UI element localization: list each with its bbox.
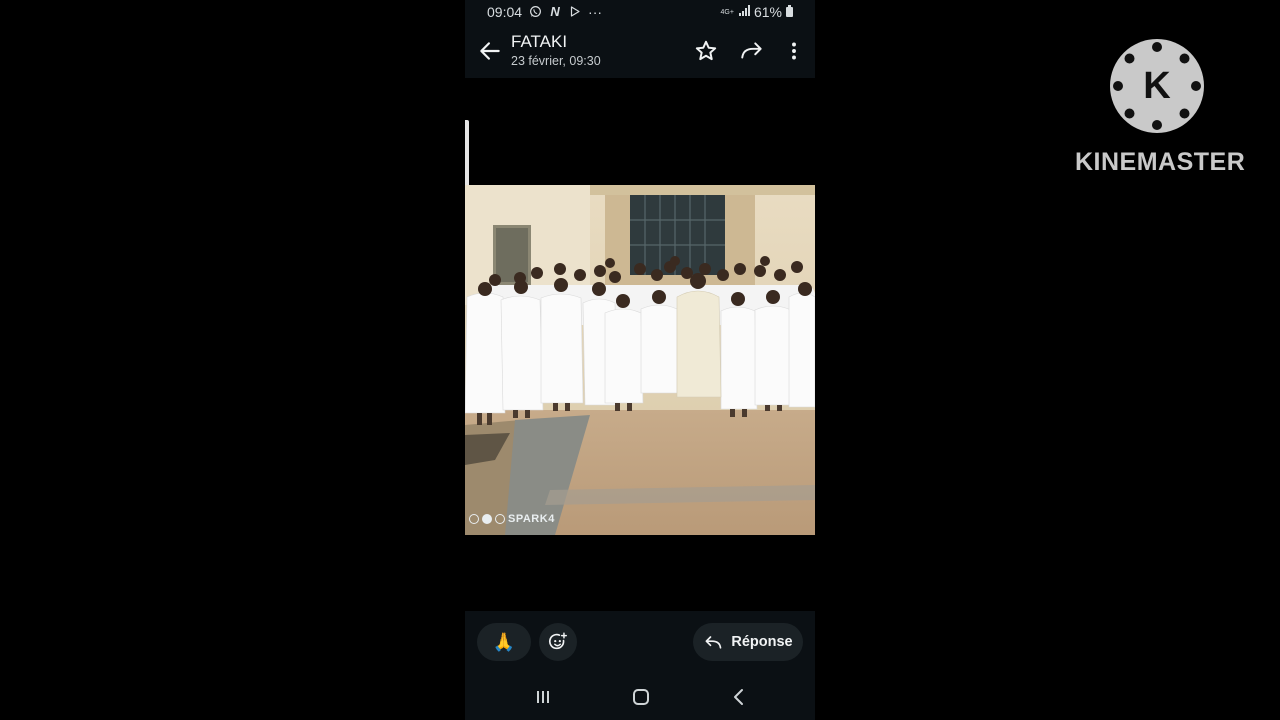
kinemaster-logo: K bbox=[1110, 39, 1204, 133]
status-right: 4G+ 61% bbox=[721, 4, 793, 20]
reply-label: Réponse bbox=[731, 634, 793, 650]
kinemaster-logo-letter: K bbox=[1143, 65, 1171, 107]
watermark-circle-icon bbox=[482, 514, 492, 524]
home-button[interactable] bbox=[629, 685, 653, 709]
more-options-button[interactable] bbox=[781, 38, 807, 64]
reply-icon bbox=[705, 636, 722, 649]
network-type: 4G+ bbox=[720, 8, 734, 16]
battery-icon bbox=[786, 4, 793, 20]
kinemaster-watermark: K KINEMASTER bbox=[1075, 38, 1245, 183]
forward-icon bbox=[741, 42, 762, 59]
add-reaction-button[interactable] bbox=[539, 623, 577, 661]
group-photo-image bbox=[465, 185, 815, 535]
play-store-notification-icon bbox=[568, 5, 582, 19]
chat-title: FATAKI bbox=[511, 32, 568, 51]
app-bar: FATAKI 23 février, 09:30 bbox=[465, 24, 815, 78]
back-button[interactable] bbox=[477, 38, 503, 64]
kinemaster-text: KINEMASTER bbox=[1075, 148, 1246, 176]
nav-back-button[interactable] bbox=[727, 685, 751, 709]
star-button[interactable] bbox=[693, 38, 719, 64]
forward-button[interactable] bbox=[739, 38, 765, 64]
arrow-back-icon bbox=[480, 42, 500, 60]
whatsapp-notification-icon bbox=[528, 5, 542, 19]
status-bar: 09:04 N ··· 4G+ 61% bbox=[465, 0, 815, 24]
star-outline-icon bbox=[695, 40, 717, 61]
watermark-circle-icon bbox=[495, 514, 505, 524]
camera-watermark: SPARK4 bbox=[469, 513, 555, 525]
recents-icon bbox=[537, 691, 549, 703]
reaction-button[interactable]: 🙏 bbox=[477, 623, 531, 661]
n-app-notification-icon: N bbox=[550, 4, 560, 19]
add-reaction-icon bbox=[549, 632, 567, 650]
nav-back-icon bbox=[734, 689, 743, 705]
home-icon bbox=[633, 689, 649, 705]
more-vert-icon bbox=[792, 42, 796, 60]
recents-button[interactable] bbox=[531, 685, 555, 709]
status-left: 09:04 N ··· bbox=[487, 4, 602, 20]
system-navigation-bar bbox=[465, 673, 815, 720]
more-notifications: ··· bbox=[588, 4, 603, 20]
battery-percent: 61% bbox=[753, 4, 782, 20]
signal-icon bbox=[738, 4, 750, 20]
reply-button[interactable]: Réponse bbox=[693, 623, 803, 661]
shared-photo[interactable] bbox=[465, 185, 815, 535]
message-timestamp: 23 février, 09:30 bbox=[511, 54, 601, 68]
phone-screen: 09:04 N ··· 4G+ 61% FATAKI 23 février, 0… bbox=[465, 0, 815, 720]
message-actions-bar: 🙏 Réponse bbox=[465, 611, 815, 673]
praying-hands-emoji: 🙏 bbox=[492, 631, 516, 652]
status-time: 09:04 bbox=[487, 4, 523, 20]
watermark-circle-icon bbox=[469, 514, 479, 524]
watermark-text: SPARK4 bbox=[508, 513, 555, 525]
